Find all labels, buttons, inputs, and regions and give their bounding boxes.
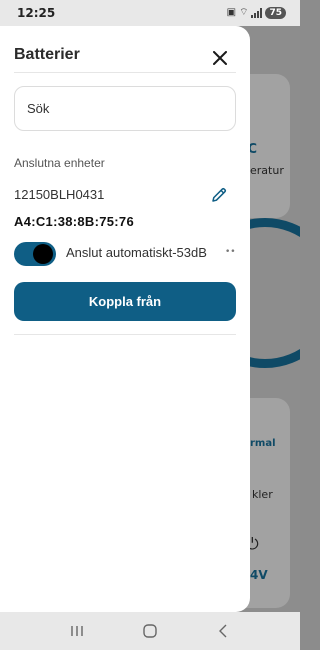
home-button[interactable]: [135, 619, 165, 643]
back-icon: [219, 624, 227, 638]
background-status: rmal: [250, 438, 276, 449]
background-cycles-label: kler: [252, 488, 273, 501]
search-input[interactable]: [14, 86, 236, 131]
status-icons: ▣ ⌔ 75: [227, 6, 286, 19]
disconnect-button[interactable]: Koppla från: [14, 282, 236, 321]
bottom-divider: [14, 334, 236, 335]
status-bar: 12:25 ▣ ⌔ 75: [0, 0, 300, 26]
auto-connect-label: Anslut automatiskt-53dB: [66, 245, 207, 260]
device-name: 12150BLH0431: [14, 187, 105, 202]
toggle-knob: [33, 244, 53, 264]
auto-connect-toggle[interactable]: [14, 242, 56, 266]
background-temp-label: eratur: [250, 164, 284, 177]
drawer-title: Batterier: [14, 46, 80, 63]
recents-button[interactable]: [62, 619, 92, 643]
recents-icon: [70, 626, 83, 636]
signal-icon: [251, 7, 263, 18]
back-button[interactable]: [208, 619, 238, 643]
gallery-icon: ▣: [226, 7, 237, 18]
background-voltage: 4V: [250, 568, 268, 582]
connected-devices-label: Anslutna enheter: [14, 156, 105, 170]
pencil-icon: [212, 188, 226, 202]
status-time: 12:25: [17, 6, 56, 20]
signal-extra: ••: [225, 247, 236, 257]
home-icon: [143, 624, 157, 638]
edit-device-button[interactable]: [208, 184, 230, 206]
batteries-drawer: Batterier Anslutna enheter 12150BLH0431 …: [0, 26, 250, 612]
header-divider: [14, 72, 236, 73]
device-mac-address: A4:C1:38:8B:75:76: [14, 214, 134, 229]
battery-badge: 75: [265, 6, 286, 19]
navigation-bar: [0, 612, 300, 650]
signal-strength: -53dB: [172, 245, 207, 260]
wifi-icon: ⌔: [239, 7, 249, 18]
close-button[interactable]: [207, 45, 233, 71]
auto-connect-text: Anslut automatiskt: [66, 245, 173, 260]
close-icon: [213, 51, 227, 65]
